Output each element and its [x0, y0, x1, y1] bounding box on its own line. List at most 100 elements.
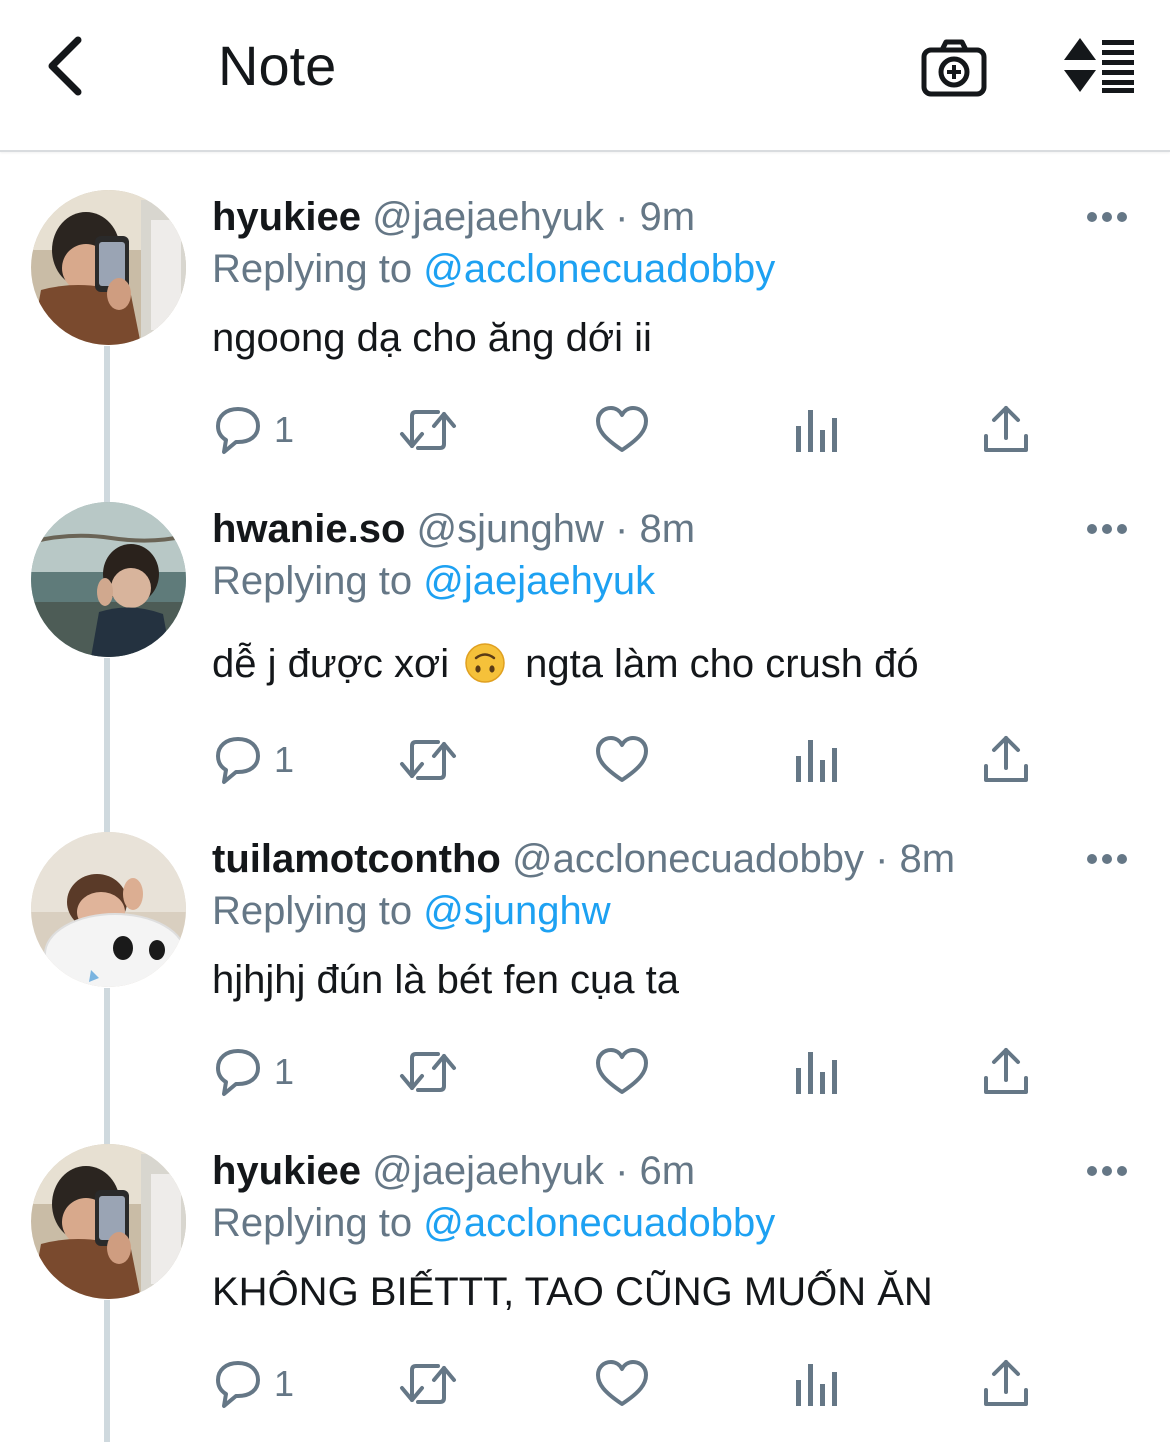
timestamp: 9m	[639, 195, 696, 239]
heart-icon	[596, 1048, 648, 1094]
separator-dot: ·	[615, 507, 629, 551]
analytics-button[interactable]	[788, 732, 844, 788]
display-name[interactable]: tuilamotcontho	[212, 837, 501, 881]
replying-to: Replying to @acclonecuadobby	[212, 1200, 775, 1246]
replying-to-handle[interactable]: @acclonecuadobby	[423, 1201, 775, 1245]
more-dots-icon	[1087, 212, 1127, 222]
reply-icon	[216, 407, 260, 454]
analytics-button[interactable]	[788, 1044, 844, 1100]
replying-to: Replying to @sjunghw	[212, 888, 611, 934]
separator-dot: ·	[615, 195, 629, 239]
analytics-icon	[796, 1364, 837, 1406]
more-options-button[interactable]	[1086, 522, 1128, 536]
share-icon	[984, 736, 1028, 782]
more-options-button[interactable]	[1086, 210, 1128, 224]
like-button[interactable]	[594, 1044, 650, 1100]
retweet-icon	[400, 1364, 456, 1404]
replying-to: Replying to @jaejaehyuk	[212, 558, 655, 604]
handle: @jaejaehyuk	[372, 195, 604, 239]
handle: @jaejaehyuk	[372, 1149, 604, 1193]
share-icon	[984, 1048, 1028, 1094]
avatar[interactable]	[31, 1144, 186, 1299]
tweet-text-part: ngta làm cho crush đó	[525, 642, 919, 686]
avatar[interactable]	[31, 190, 186, 345]
chevron-left-icon	[48, 36, 82, 96]
like-button[interactable]	[594, 1356, 650, 1412]
page-title: Note	[218, 34, 337, 97]
analytics-button[interactable]	[788, 402, 844, 458]
reply-icon	[216, 1049, 260, 1096]
share-button[interactable]	[978, 1356, 1034, 1412]
camera-button[interactable]	[918, 36, 990, 98]
retweet-icon	[400, 1052, 456, 1092]
replying-to-label: Replying to	[212, 559, 413, 603]
display-name[interactable]: hwanie.so	[212, 507, 405, 551]
heart-icon	[596, 406, 648, 452]
reply-button[interactable]: 1	[210, 402, 294, 458]
tweet-header: hyukiee @jaejaehyuk · 6m	[212, 1148, 695, 1194]
handle: @sjunghw	[416, 507, 604, 551]
like-button[interactable]	[594, 732, 650, 788]
display-name[interactable]: hyukiee	[212, 195, 361, 239]
timestamp: 8m	[639, 507, 696, 551]
heart-icon	[596, 736, 648, 782]
tweet-actions: 1	[210, 1044, 1050, 1100]
retweet-icon	[400, 740, 456, 780]
retweet-button[interactable]	[398, 1356, 458, 1412]
timestamp: 8m	[899, 837, 956, 881]
tweet-header: tuilamotcontho @acclonecuadobby · 8m	[212, 836, 955, 882]
reply-count: 1	[274, 739, 295, 780]
tweet-text: dễ j được xơi ngta làm cho crush đó	[212, 640, 919, 688]
replying-to-label: Replying to	[212, 247, 413, 291]
replying-to-label: Replying to	[212, 1201, 413, 1245]
reply-button[interactable]: 1	[210, 732, 294, 788]
more-dots-icon	[1087, 524, 1127, 534]
tweet-header: hwanie.so @sjunghw · 8m	[212, 506, 695, 552]
share-button[interactable]	[978, 732, 1034, 788]
reply-count: 1	[274, 1363, 295, 1404]
share-button[interactable]	[978, 402, 1034, 458]
display-name[interactable]: hyukiee	[212, 1149, 361, 1193]
retweet-button[interactable]	[398, 732, 458, 788]
replying-to-label: Replying to	[212, 889, 413, 933]
handle: @acclonecuadobby	[511, 837, 864, 881]
replying-to-handle[interactable]: @jaejaehyuk	[423, 559, 655, 603]
more-options-button[interactable]	[1086, 852, 1128, 866]
tweet-text: hjhjhj đún là bét fen cụa ta	[212, 958, 680, 1002]
replying-to: Replying to @acclonecuadobby	[212, 246, 775, 292]
like-button[interactable]	[594, 402, 650, 458]
more-options-button[interactable]	[1086, 1164, 1128, 1178]
upside-down-face-emoji	[465, 643, 505, 683]
avatar[interactable]	[31, 832, 186, 987]
tweet-actions: 1	[210, 1356, 1050, 1412]
reply-button[interactable]: 1	[210, 1044, 294, 1100]
tweet-text: KHÔNG BIẾTTT, TAO CŨNG MUỐN ĂN	[212, 1270, 933, 1314]
separator-dot: ·	[615, 1149, 629, 1193]
more-dots-icon	[1087, 1166, 1127, 1176]
timestamp: 6m	[639, 1149, 696, 1193]
avatar[interactable]	[31, 502, 186, 657]
analytics-icon	[796, 410, 837, 452]
back-button[interactable]	[40, 34, 96, 98]
thread-connector	[104, 346, 110, 502]
separator-dot: ·	[875, 837, 889, 881]
retweet-button[interactable]	[398, 402, 458, 458]
sort-replies-button[interactable]	[1058, 36, 1138, 94]
analytics-icon	[796, 1052, 837, 1094]
reply-count: 1	[274, 1051, 295, 1092]
reply-button[interactable]: 1	[210, 1356, 294, 1412]
replying-to-handle[interactable]: @sjunghw	[423, 889, 610, 933]
replying-to-handle[interactable]: @acclonecuadobby	[423, 247, 775, 291]
thread-connector	[104, 658, 110, 832]
top-nav-bar: Note	[0, 0, 1170, 152]
tweet-actions: 1	[210, 402, 1050, 458]
analytics-button[interactable]	[788, 1356, 844, 1412]
tweet-text-part: dễ j được xơi	[212, 642, 450, 686]
share-button[interactable]	[978, 1044, 1034, 1100]
share-icon	[984, 1360, 1028, 1406]
retweet-button[interactable]	[398, 1044, 458, 1100]
analytics-icon	[796, 740, 837, 782]
more-dots-icon	[1087, 854, 1127, 864]
reply-icon	[216, 737, 260, 784]
reply-icon	[216, 1361, 260, 1408]
